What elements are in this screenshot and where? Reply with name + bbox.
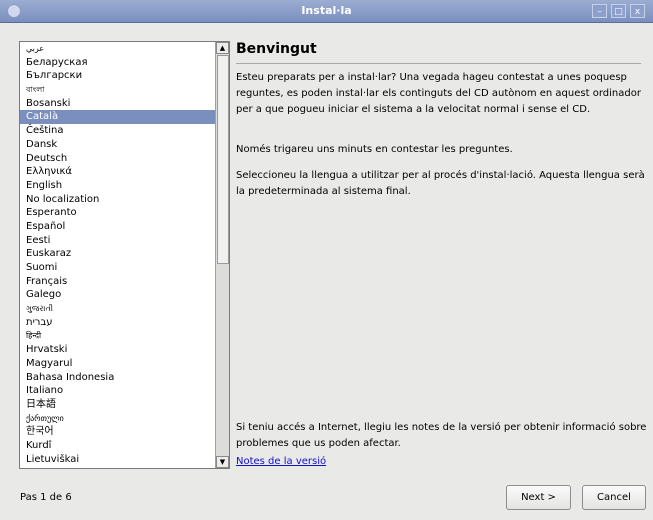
language-option[interactable]: Български	[20, 69, 216, 83]
minimize-button[interactable]: –	[592, 4, 607, 18]
title-bar: Instal·la – □ x	[0, 0, 653, 23]
language-option[interactable]: Magyarul	[20, 357, 216, 371]
language-option[interactable]: No localization	[20, 193, 216, 207]
page-title: Benvingut	[236, 41, 317, 57]
language-option[interactable]: Lietuviškai	[20, 453, 216, 467]
scroll-thumb[interactable]	[217, 55, 229, 264]
title-divider	[236, 63, 641, 64]
language-option[interactable]: Hrvatski	[20, 343, 216, 357]
language-option[interactable]: Bahasa Indonesia	[20, 371, 216, 385]
release-notes-text: Si teniu accés a Internet, llegiu les no…	[236, 422, 647, 449]
language-option[interactable]: Español	[20, 220, 216, 234]
intro-text: Esteu preparats per a instal·lar? Una ve…	[236, 72, 641, 115]
language-option[interactable]: Italiano	[20, 384, 216, 398]
window-title: Instal·la	[301, 4, 352, 17]
language-option[interactable]: Ελληνικά	[20, 165, 216, 179]
language-option[interactable]: Suomi	[20, 261, 216, 275]
language-option[interactable]: Euskaraz	[20, 247, 216, 261]
language-option[interactable]: Беларуская	[20, 56, 216, 70]
language-option[interactable]: বাংলা	[20, 83, 216, 97]
scroll-down-icon[interactable]: ▼	[216, 456, 229, 468]
step-indicator: Pas 1 de 6	[20, 492, 72, 503]
time-text: Només trigareu uns minuts en contestar l…	[236, 144, 513, 155]
language-option[interactable]: Esperanto	[20, 206, 216, 220]
language-option[interactable]: English	[20, 179, 216, 193]
cancel-button[interactable]: Cancel	[582, 485, 646, 510]
language-option[interactable]: 한국어	[20, 425, 216, 439]
release-notes-link[interactable]: Notes de la versió	[236, 456, 326, 467]
language-option[interactable]: עברית	[20, 316, 216, 330]
next-button[interactable]: Next >	[506, 485, 571, 510]
language-option[interactable]: Català	[20, 110, 216, 125]
language-list-items: عربي Беларуская Български বাংলা Bosanski Cata…	[20, 42, 216, 466]
language-option[interactable]: Français	[20, 275, 216, 289]
language-list[interactable]: عربي Беларуская Български বাংলা Bosanski Cata…	[19, 41, 230, 469]
language-list-scrollbar[interactable]: ▲ ▼	[215, 42, 229, 468]
close-button[interactable]: x	[630, 4, 645, 18]
scroll-up-icon[interactable]: ▲	[216, 42, 229, 54]
language-option[interactable]: Deutsch	[20, 152, 216, 166]
language-option[interactable]: Galego	[20, 288, 216, 302]
language-option[interactable]: عربي	[20, 42, 216, 56]
language-option[interactable]: Čeština	[20, 124, 216, 138]
language-option[interactable]: Bosanski	[20, 97, 216, 111]
language-option[interactable]: Kurdî	[20, 439, 216, 453]
language-instructions: Seleccioneu la llengua a utilitzar per a…	[236, 170, 645, 197]
language-option[interactable]: हिन्दी	[20, 329, 216, 343]
language-option[interactable]: Dansk	[20, 138, 216, 152]
language-option[interactable]: Eesti	[20, 234, 216, 248]
language-option[interactable]: ქართული	[20, 412, 216, 426]
maximize-button[interactable]: □	[611, 4, 626, 18]
language-option[interactable]: 日本語	[20, 398, 216, 412]
language-option[interactable]: ગુજરાતી	[20, 302, 216, 316]
